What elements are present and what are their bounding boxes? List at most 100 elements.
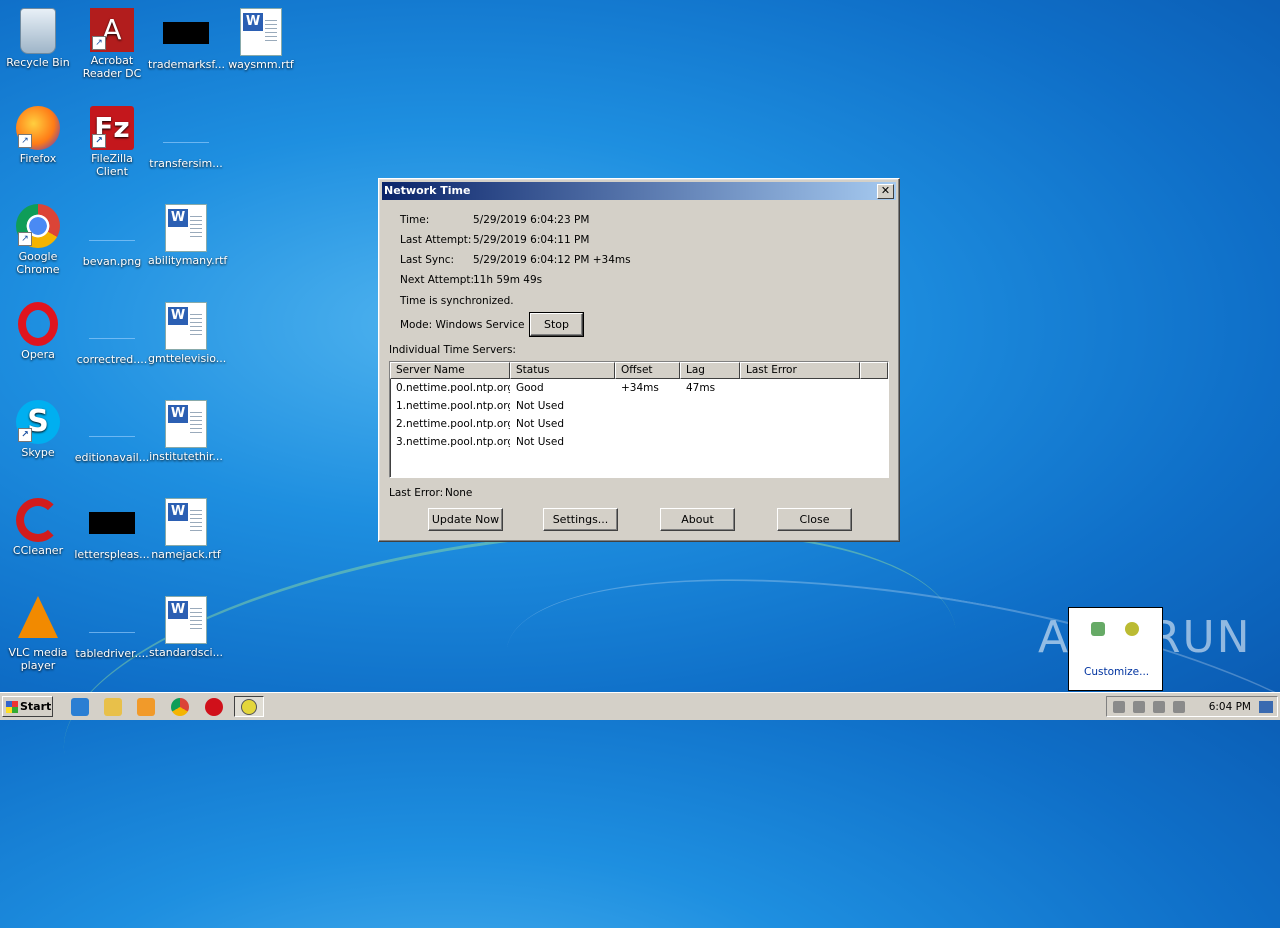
last-sync-label: Last Sync:	[400, 254, 455, 266]
vlc-icon	[18, 596, 58, 638]
taskbar: Start 6:04 PM	[0, 692, 1280, 720]
desktop-icon-acrobat[interactable]: A ↗ Acrobat Reader DC	[74, 8, 150, 80]
desktop-icon-opera[interactable]: Opera	[0, 302, 76, 361]
update-now-button[interactable]: Update Now	[428, 508, 503, 531]
cell-server-name: 1.nettime.pool.ntp.org	[396, 400, 510, 412]
desktop-icon-tabledriver[interactable]: tabledriver....	[74, 596, 150, 660]
firefox-icon: ↗	[16, 106, 60, 150]
desktop-icon-transfersim[interactable]: transfersim...	[148, 106, 224, 170]
file-thumbnail-icon	[89, 414, 135, 437]
cell-server-name: 0.nettime.pool.ntp.org	[396, 382, 510, 394]
icon-label: correctred....	[76, 353, 148, 366]
recycle-bin-icon	[20, 8, 56, 54]
cell-offset	[615, 397, 680, 415]
next-attempt-label: Next Attempt:	[400, 274, 475, 286]
cell-lag: 47ms	[686, 382, 716, 394]
cell-offset: +34ms	[621, 382, 659, 394]
acrobat-icon: A ↗	[90, 8, 134, 52]
icon-label: Recycle Bin	[6, 56, 70, 69]
tray-app-icon[interactable]	[1091, 622, 1105, 636]
settings-button[interactable]: Settings...	[543, 508, 618, 531]
desktop-icon-trademarksf[interactable]: trademarksf...	[148, 8, 225, 71]
action-center-flag-icon[interactable]	[1173, 701, 1185, 713]
clock-sync-icon[interactable]	[1125, 622, 1139, 636]
list-header: Server Name Status Offset Lag Last Error	[390, 362, 888, 379]
desktop-icon-abilitymany[interactable]: abilitymany.rtf	[148, 204, 227, 267]
media-player-icon[interactable]	[137, 698, 155, 716]
last-attempt-label: Last Attempt:	[400, 234, 472, 246]
column-header-server-name[interactable]: Server Name	[390, 362, 510, 379]
dialog-title: Network Time	[384, 184, 471, 197]
chrome-icon[interactable]	[171, 698, 189, 716]
dialog-titlebar[interactable]: Network Time ✕	[382, 182, 896, 200]
opera-icon[interactable]	[205, 698, 223, 716]
desktop-icon-firefox[interactable]: ↗ Firefox	[0, 106, 76, 165]
cell-lag	[680, 397, 740, 415]
column-header-last-error[interactable]: Last Error	[740, 362, 860, 379]
icon-label: transfersim...	[149, 157, 223, 170]
time-servers-list[interactable]: Server Name Status Offset Lag Last Error…	[389, 361, 889, 478]
desktop-icon-correctred[interactable]: correctred....	[74, 302, 150, 366]
network-icon[interactable]	[1133, 701, 1145, 713]
explorer-icon[interactable]	[104, 698, 122, 716]
show-hidden-icons-icon[interactable]	[1113, 701, 1125, 713]
clock[interactable]: 6:04 PM	[1209, 701, 1251, 713]
table-row[interactable]: 1.nettime.pool.ntp.org Not Used	[390, 397, 888, 415]
icon-label: Google Chrome	[16, 250, 60, 276]
about-button[interactable]: About	[660, 508, 735, 531]
time-value: 5/29/2019 6:04:23 PM	[473, 214, 590, 226]
stop-button[interactable]: Stop	[529, 312, 584, 337]
desktop-icon-gmttelevisio[interactable]: gmttelevisio...	[148, 302, 226, 365]
last-attempt-value: 5/29/2019 6:04:11 PM	[473, 234, 590, 246]
chrome-icon: ↗	[16, 204, 60, 248]
ccleaner-icon	[16, 498, 60, 542]
icon-label: namejack.rtf	[151, 548, 221, 561]
file-thumbnail-icon	[163, 22, 209, 44]
cell-lag	[680, 433, 740, 451]
show-desktop-icon[interactable]	[1259, 701, 1273, 713]
ie-icon[interactable]	[71, 698, 89, 716]
column-header-offset[interactable]: Offset	[615, 362, 680, 379]
cell-server-name: 2.nettime.pool.ntp.org	[396, 418, 510, 430]
cell-status: Not Used	[516, 418, 565, 430]
desktop-icon-institutethir[interactable]: institutethir...	[148, 400, 224, 463]
desktop-icon-editionavail[interactable]: editionavail...	[74, 400, 150, 464]
close-icon[interactable]: ✕	[877, 184, 894, 199]
desktop-icon-chrome[interactable]: ↗ Google Chrome	[0, 204, 76, 276]
network-time-task[interactable]	[234, 696, 264, 717]
desktop-icon-lettersplease[interactable]: lettersplеas...	[74, 498, 150, 561]
cell-last-error	[740, 397, 860, 415]
column-header-spacer	[860, 362, 888, 379]
file-thumbnail-icon	[89, 218, 135, 241]
servers-label: Individual Time Servers:	[389, 344, 516, 356]
cell-last-error	[740, 379, 860, 397]
start-button[interactable]: Start	[2, 696, 53, 717]
system-tray: 6:04 PM	[1106, 696, 1278, 717]
close-button[interactable]: Close	[777, 508, 852, 531]
desktop-icon-namejack[interactable]: namejack.rtf	[148, 498, 224, 561]
icon-label: Acrobat Reader DC	[82, 54, 142, 80]
desktop-icon-filezilla[interactable]: Fz ↗ FileZilla Client	[74, 106, 150, 178]
icon-label: trademarksf...	[148, 58, 225, 71]
word-document-icon	[165, 596, 207, 644]
customize-link[interactable]: Customize...	[1084, 666, 1149, 678]
table-row[interactable]: 2.nettime.pool.ntp.org Not Used	[390, 415, 888, 433]
desktop-icon-vlc[interactable]: VLC media player	[0, 596, 76, 672]
column-header-lag[interactable]: Lag	[680, 362, 740, 379]
desktop-icon-waysmm[interactable]: waysmm.rtf	[223, 8, 299, 71]
column-header-status[interactable]: Status	[510, 362, 615, 379]
icon-label: institutethir...	[149, 450, 223, 463]
desktop-icon-ccleaner[interactable]: CCleaner	[0, 498, 76, 557]
last-error-label: Last Error:	[389, 487, 444, 499]
volume-icon[interactable]	[1153, 701, 1165, 713]
desktop-icon-standardsci[interactable]: standardsci...	[148, 596, 224, 659]
next-attempt-value: 11h 59m 49s	[473, 274, 543, 286]
desktop-icon-skype[interactable]: S ↗ Skype	[0, 400, 76, 459]
word-document-icon	[165, 498, 207, 546]
table-row[interactable]: 0.nettime.pool.ntp.org Good +34ms 47ms	[390, 379, 888, 397]
desktop-icon-recycle-bin[interactable]: Recycle Bin	[0, 8, 76, 69]
icon-label: standardsci...	[148, 646, 224, 659]
desktop-icon-bevan[interactable]: bevan.png	[74, 204, 150, 268]
table-row[interactable]: 3.nettime.pool.ntp.org Not Used	[390, 433, 888, 451]
icon-label: Skype	[21, 446, 55, 459]
